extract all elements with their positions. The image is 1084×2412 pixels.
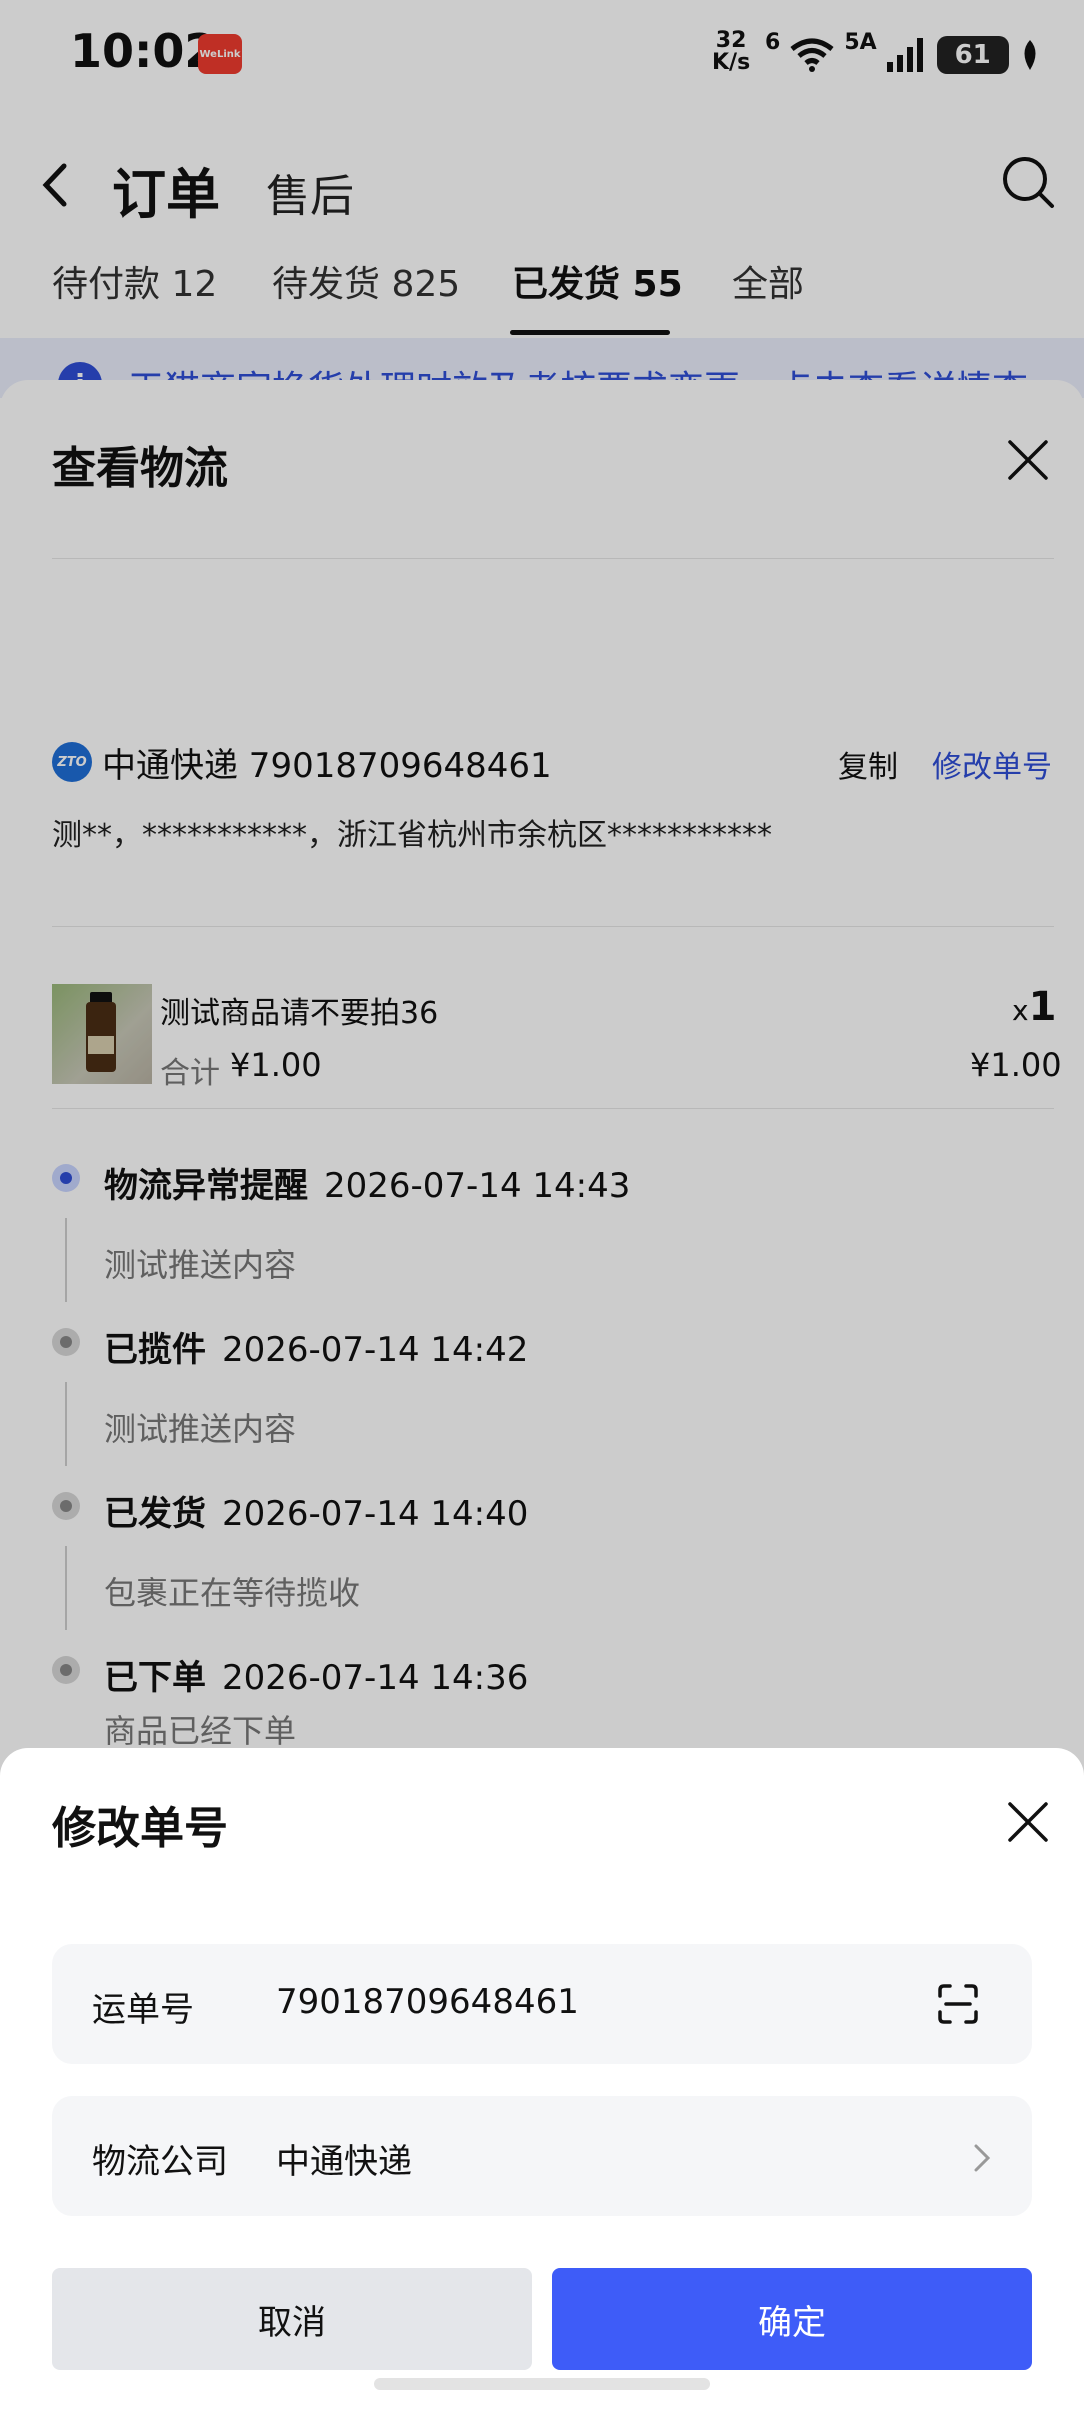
modify-sheet-title: 修改单号 — [52, 1803, 228, 1854]
logistics-company-value: 中通快递 — [276, 2142, 412, 2182]
modify-tracking-sheet: 修改单号 运单号 79018709648461 物流公司 中通快递 取消 确定 — [0, 1748, 1084, 2412]
cancel-button[interactable]: 取消 — [52, 2268, 532, 2370]
logistics-company-field[interactable]: 物流公司 中通快递 — [52, 2096, 1032, 2216]
logistics-company-label: 物流公司 — [92, 2142, 228, 2182]
chevron-right-icon — [974, 2144, 991, 2172]
confirm-button[interactable]: 确定 — [552, 2268, 1032, 2370]
tracking-number-field[interactable]: 运单号 79018709648461 — [52, 1944, 1032, 2064]
close-icon[interactable] — [1006, 1800, 1050, 1844]
scan-icon[interactable] — [936, 1982, 980, 2026]
tracking-number-input[interactable]: 79018709648461 — [276, 1982, 579, 2022]
tracking-number-label: 运单号 — [92, 1990, 194, 2030]
home-indicator[interactable] — [374, 2378, 710, 2390]
